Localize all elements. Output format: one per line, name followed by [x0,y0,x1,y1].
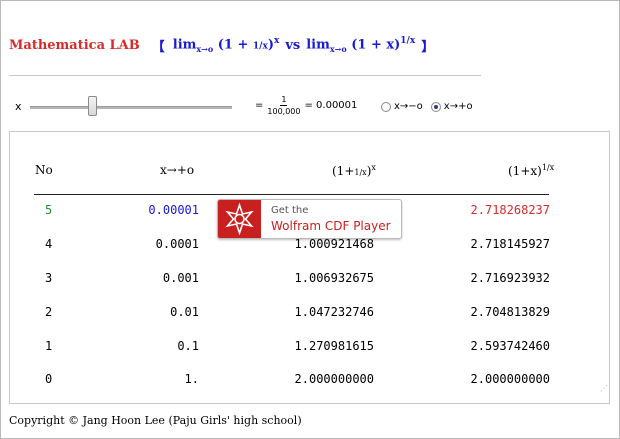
cell-f2: 2.000000000 [470,372,550,386]
cell-f2: 2.718145927 [470,237,550,251]
cell-f2: 2.704813829 [470,305,550,319]
lhs-limit: limx→o (1 + 1/x)x [172,36,280,54]
rhs-exp-den: x [409,36,416,47]
lhs-lim: lim [172,37,197,53]
cdf-banner-line1: Get the [271,205,309,216]
cell-f2: 2.593742460 [470,339,550,353]
header-f2-exp-num: 1 [541,163,547,172]
rhs-lim-subscript: x→o [329,43,347,54]
cell-no: 0 [45,372,53,386]
header-no: No [35,163,53,177]
title-open-bracket: 【 [151,39,165,55]
separator [9,75,481,76]
cell-f1: 1.047232746 [294,305,374,319]
cell-f1: 1.270981615 [294,339,374,353]
rhs-exp-num: 1 [400,36,407,47]
x-value-fraction: 1 100,000 [267,94,300,117]
radio-button-icon[interactable] [381,101,391,112]
lhs-expr: (1 + [217,37,253,53]
x-value-decimal: = 0.00001 [304,100,358,111]
header-f2-base: (1+x) [508,164,542,178]
header-f1: (1+1/x)x [332,163,376,178]
radio-x-plus[interactable]: x→+o [430,101,473,112]
x-slider-thumb[interactable] [88,96,97,116]
cell-f1: 1.000921468 [294,237,374,251]
x-control-label: x [15,100,22,113]
cell-x: 0.1 [177,339,199,353]
header-rule [34,194,549,195]
cell-x: 0.001 [162,271,199,285]
cell-no: 1 [45,339,53,353]
radio-x-minus[interactable]: x→−o [381,101,423,112]
cell-x: 1. [184,372,199,386]
header-f1-open: (1+ [332,164,355,178]
vs-label: vs [285,37,301,53]
get-cdf-player-banner[interactable]: Get the Wolfram CDF Player [217,199,402,239]
header-f2-exp-den: x [549,163,555,172]
title-row: Mathematica LAB 【 limx→o (1 + 1/x)x vs l… [9,34,434,56]
cell-no: 3 [45,271,53,285]
cell-f1: 1.006932675 [294,271,374,285]
x-value-den: 100,000 [267,107,301,116]
cell-no: 2 [45,305,53,319]
header-f1-num: 1 [354,168,360,177]
rhs-lim: lim [306,37,330,53]
resize-grip-icon[interactable]: ⋰ [600,385,609,394]
lhs-exp: x [273,36,280,47]
header-x: x→+o [160,163,195,177]
cell-x: 0.00001 [148,203,199,217]
x-value-display: = 1 100,000 = 0.00001 [255,94,357,117]
app-title: Mathematica LAB [9,37,140,53]
cell-f2: 2.716923932 [470,271,550,285]
copyright: Copyright © Jang Hoon Lee (Paju Girls' h… [9,414,302,427]
cell-x: 0.0001 [155,237,199,251]
cdf-banner-line2: Wolfram CDF Player [271,219,391,233]
header-f2: (1+x)1/x [508,163,555,178]
lhs-lim-subscript: x→o [196,43,214,54]
title-close-bracket: 】 [421,39,435,55]
cell-x: 0.01 [170,305,199,319]
cell-no: 4 [45,237,53,251]
radio-button-selected-icon[interactable] [430,101,441,112]
cell-no: 5 [45,203,53,217]
header-f1-exp: x [371,163,376,172]
x-value-num: 1 [280,95,288,106]
direction-radio-group: x→−o x→+o [381,101,481,112]
cell-f1: 2.000000000 [294,372,374,386]
radio-x-minus-label: x→−o [394,101,423,112]
rhs-limit: limx→o (1 + x)1/x [306,36,416,54]
x-slider[interactable] [30,106,232,109]
cell-f2: 2.718268237 [470,203,550,217]
wolfram-spikey-icon [218,200,261,238]
rhs-expr: (1 + x) [351,37,401,53]
radio-x-plus-label: x→+o [443,101,473,112]
x-value-eq: = [255,100,264,111]
